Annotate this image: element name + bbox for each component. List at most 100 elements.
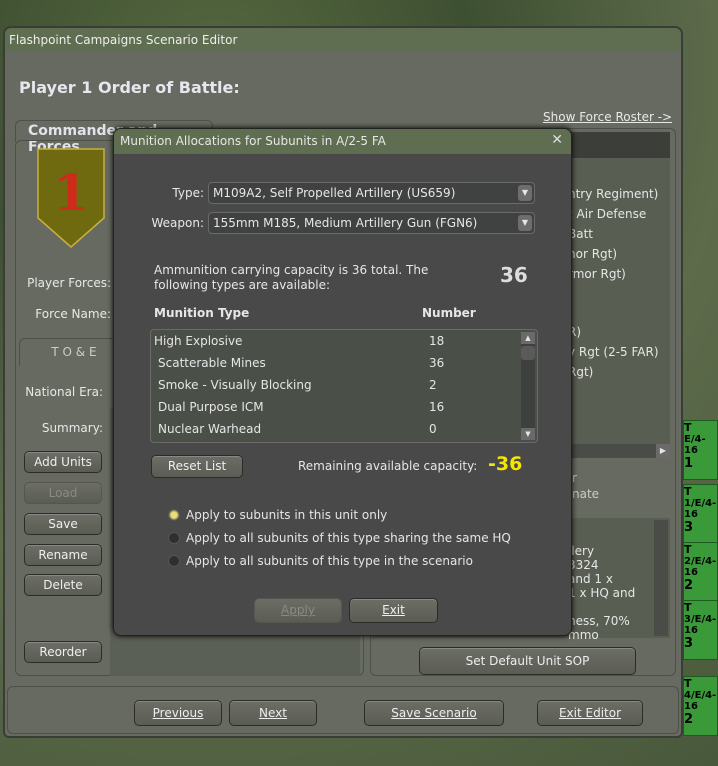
counter-type: T <box>684 421 692 434</box>
description-line: ness, 70% <box>568 614 630 628</box>
chevron-down-icon: ▼ <box>518 215 532 231</box>
map-unit-counter[interactable]: T 1/E/4-16 3 <box>683 484 718 544</box>
capacity-text: Ammunition carrying capacity is 36 total… <box>154 263 429 292</box>
tree-item[interactable]: t Air Defense Batt <box>568 204 670 244</box>
type-value: M109A2, Self Propelled Artillery (US659) <box>213 186 456 200</box>
rename-button[interactable]: Rename <box>24 544 102 566</box>
counter-type: T <box>684 677 692 690</box>
munition-number[interactable]: 2 <box>429 378 437 392</box>
map-unit-counter[interactable]: T 2/E/4-16 2 <box>683 542 718 602</box>
scroll-right-icon[interactable]: ▶ <box>656 444 670 458</box>
type-label: Type: <box>172 186 204 200</box>
option-label: Apply to all subunits of this type in th… <box>186 554 473 568</box>
weapon-value: 155mm M185, Medium Artillery Gun (FGN6) <box>213 216 478 230</box>
chevron-down-icon: ▼ <box>518 185 532 201</box>
save-button[interactable]: Save <box>24 513 102 535</box>
tree-item[interactable]: Rgt) <box>568 362 659 382</box>
option-label: Apply to all subunits of this type shari… <box>186 531 511 545</box>
description-line: llery <box>568 544 595 558</box>
munition-name: Dual Purpose ICM <box>158 400 264 414</box>
delete-button[interactable]: Delete <box>24 574 102 596</box>
munition-number[interactable]: 16 <box>429 400 444 414</box>
window-title: Flashpoint Campaigns Scenario Editor <box>5 28 681 52</box>
tree-item[interactable]: rmor Rgt) <box>568 264 670 284</box>
set-default-sop-button[interactable]: Set Default Unit SOP <box>419 647 636 675</box>
sop-text: r <box>572 471 577 485</box>
munition-row[interactable]: Dual Purpose ICM 16 <box>151 396 519 418</box>
tree-item[interactable]: ntry Regiment) <box>568 184 670 204</box>
counter-type: T <box>684 601 692 614</box>
capacity-value: 36 <box>500 263 528 287</box>
remaining-capacity-value: -36 <box>488 453 523 475</box>
munition-number[interactable]: 18 <box>429 334 444 348</box>
description-text: llery 3324 and 1 x 1 x HQ and ness, 70% … <box>568 544 635 642</box>
munition-row[interactable]: High Explosive 18 <box>151 330 519 352</box>
force-name-label: Force Name: <box>35 307 111 321</box>
next-button[interactable]: Next <box>229 700 317 726</box>
description-line: 1 x HQ and <box>568 586 636 600</box>
counter-strength: 1 <box>684 456 694 471</box>
show-force-roster-link[interactable]: Show Force Roster -> <box>543 110 672 124</box>
map-unit-counter[interactable]: T 3/E/4-16 3 <box>683 600 718 660</box>
next-label: Next <box>259 706 287 720</box>
counter-id: 4/E/4-16 <box>684 690 717 712</box>
dialog-title: Munition Allocations for Subunits in A/2… <box>114 129 571 154</box>
counter-id: E/4-16 <box>684 434 706 456</box>
summary-label: Summary: <box>41 421 103 435</box>
counter-strength: 2 <box>684 578 694 593</box>
scroll-down-icon[interactable]: ▼ <box>521 428 535 440</box>
option-same-hq[interactable]: Apply to all subunits of this type shari… <box>168 531 511 545</box>
save-scenario-button[interactable]: Save Scenario <box>364 700 504 726</box>
munition-list[interactable]: High Explosive 18 Scatterable Mines 36 Smo… <box>150 329 538 443</box>
tree-item[interactable]: y Rgt (2-5 FAR) <box>568 342 659 362</box>
player-forces-label: Player Forces: <box>27 276 111 290</box>
vertical-scrollbar[interactable] <box>654 520 668 636</box>
tree-item[interactable]: nor Rgt) <box>568 244 670 264</box>
counter-id: 2/E/4-16 <box>684 556 717 578</box>
remaining-capacity-label: Remaining available capacity: <box>298 459 478 473</box>
national-era-label: National Era: <box>25 385 103 399</box>
force-tree-fragments-a: ntry Regiment) t Air Defense Batt nor Rg… <box>568 184 670 284</box>
description-line: mmo <box>568 628 599 642</box>
exit-editor-button[interactable]: Exit Editor <box>537 700 643 726</box>
munition-name: High Explosive <box>154 334 243 348</box>
exit-button[interactable]: Exit <box>349 598 438 623</box>
reset-list-button[interactable]: Reset List <box>151 455 243 478</box>
svg-text:1: 1 <box>54 163 89 222</box>
add-units-button[interactable]: Add Units <box>24 451 102 473</box>
counter-id: 1/E/4-16 <box>684 498 717 520</box>
weapon-select[interactable]: 155mm M185, Medium Artillery Gun (FGN6) ▼ <box>208 212 535 234</box>
option-whole-scenario[interactable]: Apply to all subunits of this type in th… <box>168 554 473 568</box>
reorder-button[interactable]: Reorder <box>24 641 102 663</box>
load-button[interactable]: Load <box>24 482 102 504</box>
map-unit-counter[interactable]: T 4/E/4-16 2 <box>683 676 718 736</box>
counter-strength: 2 <box>684 712 694 727</box>
munition-name: Nuclear Warhead <box>158 422 262 436</box>
description-line: 3324 <box>568 558 599 572</box>
tree-item[interactable]: R) <box>568 322 659 342</box>
apply-button[interactable]: Apply <box>254 598 342 623</box>
radio-selected-icon <box>168 509 180 521</box>
munition-row[interactable]: Scatterable Mines 36 <box>151 352 519 374</box>
type-select[interactable]: M109A2, Self Propelled Artillery (US659)… <box>208 182 535 204</box>
page-title: Player 1 Order of Battle: <box>19 78 240 97</box>
munition-row[interactable]: Smoke - Visually Blocking 2 <box>151 374 519 396</box>
previous-button[interactable]: Previous <box>134 700 222 726</box>
munition-scrollbar[interactable]: ▲ ▼ <box>521 332 535 440</box>
sop-fragments: r nate <box>572 470 599 502</box>
scroll-up-icon[interactable]: ▲ <box>521 332 535 344</box>
radio-icon <box>168 532 180 544</box>
munition-row[interactable]: Nuclear Warhead 0 <box>151 418 519 440</box>
map-unit-counter[interactable]: T E/4-16 1 <box>683 420 718 480</box>
munition-name: Scatterable Mines <box>158 356 266 370</box>
option-label: Apply to subunits in this unit only <box>186 508 388 522</box>
scroll-thumb[interactable] <box>521 346 535 360</box>
counter-type: T <box>684 543 692 556</box>
munition-number[interactable]: 36 <box>429 356 444 370</box>
option-this-unit-only[interactable]: Apply to subunits in this unit only <box>168 508 387 522</box>
close-icon[interactable]: ✕ <box>551 132 563 148</box>
force-tree-fragments-b: R) y Rgt (2-5 FAR) Rgt) <box>568 322 659 382</box>
munition-name: Smoke - Visually Blocking <box>158 378 312 392</box>
munition-number[interactable]: 0 <box>429 422 437 436</box>
exit-editor-label: Exit Editor <box>558 706 622 720</box>
